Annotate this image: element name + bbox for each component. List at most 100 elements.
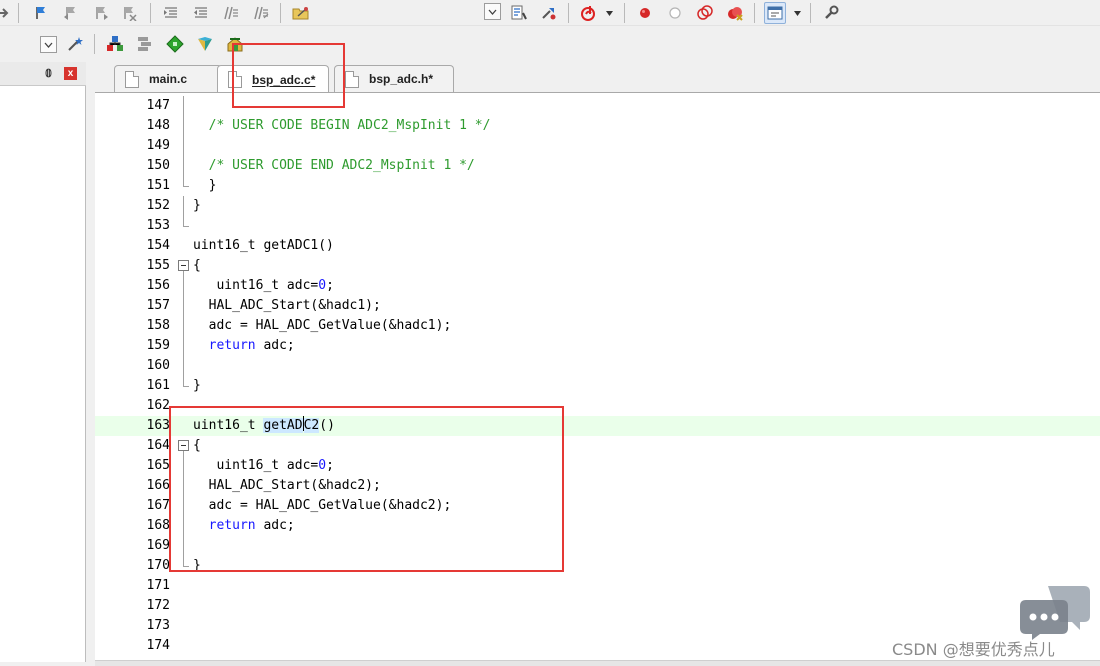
- tab-label: main.c: [149, 72, 188, 86]
- debug-session-icon[interactable]: [538, 2, 560, 24]
- toolbar-separator: [568, 3, 569, 23]
- toolbar-separator: [18, 3, 19, 23]
- pack-installer-icon[interactable]: [164, 33, 186, 55]
- file-icon: [345, 70, 359, 88]
- toolbar-separator: [810, 3, 811, 23]
- debug-dropdown-icon[interactable]: [604, 2, 614, 24]
- kill-breakpoints-icon[interactable]: [724, 2, 746, 24]
- code-editor[interactable]: 147 148 /* USER CODE BEGIN ADC2_MspInit 1…: [95, 92, 1100, 660]
- toolbar-separator: [94, 34, 95, 54]
- line-number: 159: [146, 338, 170, 353]
- code-line[interactable]: 152}: [95, 196, 1100, 216]
- code-line[interactable]: 153: [95, 216, 1100, 236]
- pin-icon[interactable]: 𝟘: [45, 67, 52, 80]
- fold-guide: [178, 136, 190, 156]
- code-text: /* USER CODE END ADC2_MspInit 1 */: [193, 156, 475, 176]
- unindent-icon[interactable]: [190, 2, 212, 24]
- next-bookmark-icon[interactable]: [90, 2, 112, 24]
- code-line[interactable]: 159 return adc;: [95, 336, 1100, 356]
- code-line[interactable]: 160: [95, 356, 1100, 376]
- window-layout-dropdown-icon[interactable]: [792, 2, 802, 24]
- wizard-icon[interactable]: [64, 33, 86, 55]
- tab-main-c[interactable]: main.c: [114, 65, 222, 92]
- code-text: }: [193, 196, 201, 216]
- horizontal-scrollbar[interactable]: [95, 660, 1100, 666]
- line-number: 151: [146, 178, 170, 193]
- fold-guide: [178, 96, 190, 116]
- code-token: uint16_t getADC1(): [193, 238, 334, 253]
- code-token: }: [193, 198, 201, 213]
- line-number: 168: [146, 518, 170, 533]
- select-software-packs-icon[interactable]: [194, 33, 216, 55]
- fold-guide: [178, 116, 190, 136]
- tab-bsp-adc-h[interactable]: bsp_adc.h*: [334, 65, 454, 92]
- line-number: 160: [146, 358, 170, 373]
- indent-icon[interactable]: [160, 2, 182, 24]
- bookmark-icon[interactable]: [30, 2, 52, 24]
- code-line[interactable]: 155 {: [95, 256, 1100, 276]
- code-line[interactable]: 150 /* USER CODE END ADC2_MspInit 1 */: [95, 156, 1100, 176]
- code-token: 0: [318, 278, 327, 293]
- code-token: return: [208, 338, 256, 353]
- line-number: 166: [146, 478, 170, 493]
- toolbar-separator: [624, 3, 625, 23]
- disable-breakpoint-icon[interactable]: [664, 2, 686, 24]
- code-line[interactable]: 157 HAL_ADC_Start(&hadc1);: [95, 296, 1100, 316]
- manage-components-icon[interactable]: [134, 33, 156, 55]
- code-line[interactable]: 149: [95, 136, 1100, 156]
- code-token: /* USER CODE BEGIN ADC2_MspInit 1 */: [193, 118, 491, 133]
- line-number: 174: [146, 638, 170, 653]
- line-number: 147: [146, 98, 170, 113]
- code-line[interactable]: 151 }: [95, 176, 1100, 196]
- clear-bookmarks-icon[interactable]: [118, 2, 140, 24]
- annotation-box-function: [169, 406, 564, 572]
- code-line[interactable]: 156 uint16_t adc=0;: [95, 276, 1100, 296]
- close-panel-button[interactable]: x: [64, 67, 77, 80]
- code-line[interactable]: 148 /* USER CODE BEGIN ADC2_MspInit 1 */: [95, 116, 1100, 136]
- code-text: /* USER CODE BEGIN ADC2_MspInit 1 */: [193, 116, 491, 136]
- code-line[interactable]: 161}: [95, 376, 1100, 396]
- project-panel-header: 𝟘 x: [0, 62, 86, 86]
- forward-arrow-icon[interactable]: [0, 2, 14, 24]
- line-number: 155: [146, 258, 170, 273]
- line-number: 170: [146, 558, 170, 573]
- fold-collapse-icon[interactable]: [178, 256, 190, 276]
- fold-guide: [178, 356, 190, 376]
- code-text: return adc;: [193, 336, 295, 356]
- line-number: 165: [146, 458, 170, 473]
- breakpoint-icon[interactable]: [634, 2, 656, 24]
- code-text: {: [193, 256, 201, 276]
- code-token: adc = HAL_ADC_GetValue(&hadc1);: [193, 318, 452, 333]
- line-number: 162: [146, 398, 170, 413]
- line-number: 172: [146, 598, 170, 613]
- target-options-icon[interactable]: [104, 33, 126, 55]
- watermark-text: CSDN @想要优秀点儿: [892, 640, 1055, 659]
- code-text: }: [193, 376, 201, 396]
- prev-bookmark-icon[interactable]: [60, 2, 82, 24]
- code-text: adc = HAL_ADC_GetValue(&hadc1);: [193, 316, 452, 336]
- fold-guide: [178, 336, 190, 356]
- code-line[interactable]: 154 uint16_t getADC1(): [95, 236, 1100, 256]
- dropdown-icon[interactable]: [484, 3, 501, 20]
- code-line[interactable]: 172: [95, 596, 1100, 616]
- code-line[interactable]: 158 adc = HAL_ADC_GetValue(&hadc1);: [95, 316, 1100, 336]
- comment-icon[interactable]: [220, 2, 242, 24]
- line-number: 148: [146, 118, 170, 133]
- code-line[interactable]: 173: [95, 616, 1100, 636]
- code-text: HAL_ADC_Start(&hadc1);: [193, 296, 381, 316]
- code-line[interactable]: 171: [95, 576, 1100, 596]
- line-number: 158: [146, 318, 170, 333]
- window-layout-icon[interactable]: [764, 2, 786, 24]
- toolbar-separator: [150, 3, 151, 23]
- fold-guide: [178, 376, 190, 396]
- configure-icon[interactable]: [820, 2, 842, 24]
- find-in-files-icon[interactable]: [290, 2, 312, 24]
- code-token: HAL_ADC_Start(&hadc1);: [193, 298, 381, 313]
- toolbar-secondary: [0, 28, 1100, 60]
- incremental-find-icon[interactable]: [508, 2, 530, 24]
- debug-start-icon[interactable]: [578, 2, 600, 24]
- disable-all-breakpoints-icon[interactable]: [694, 2, 716, 24]
- uncomment-icon[interactable]: [250, 2, 272, 24]
- target-dropdown-icon[interactable]: [40, 36, 57, 53]
